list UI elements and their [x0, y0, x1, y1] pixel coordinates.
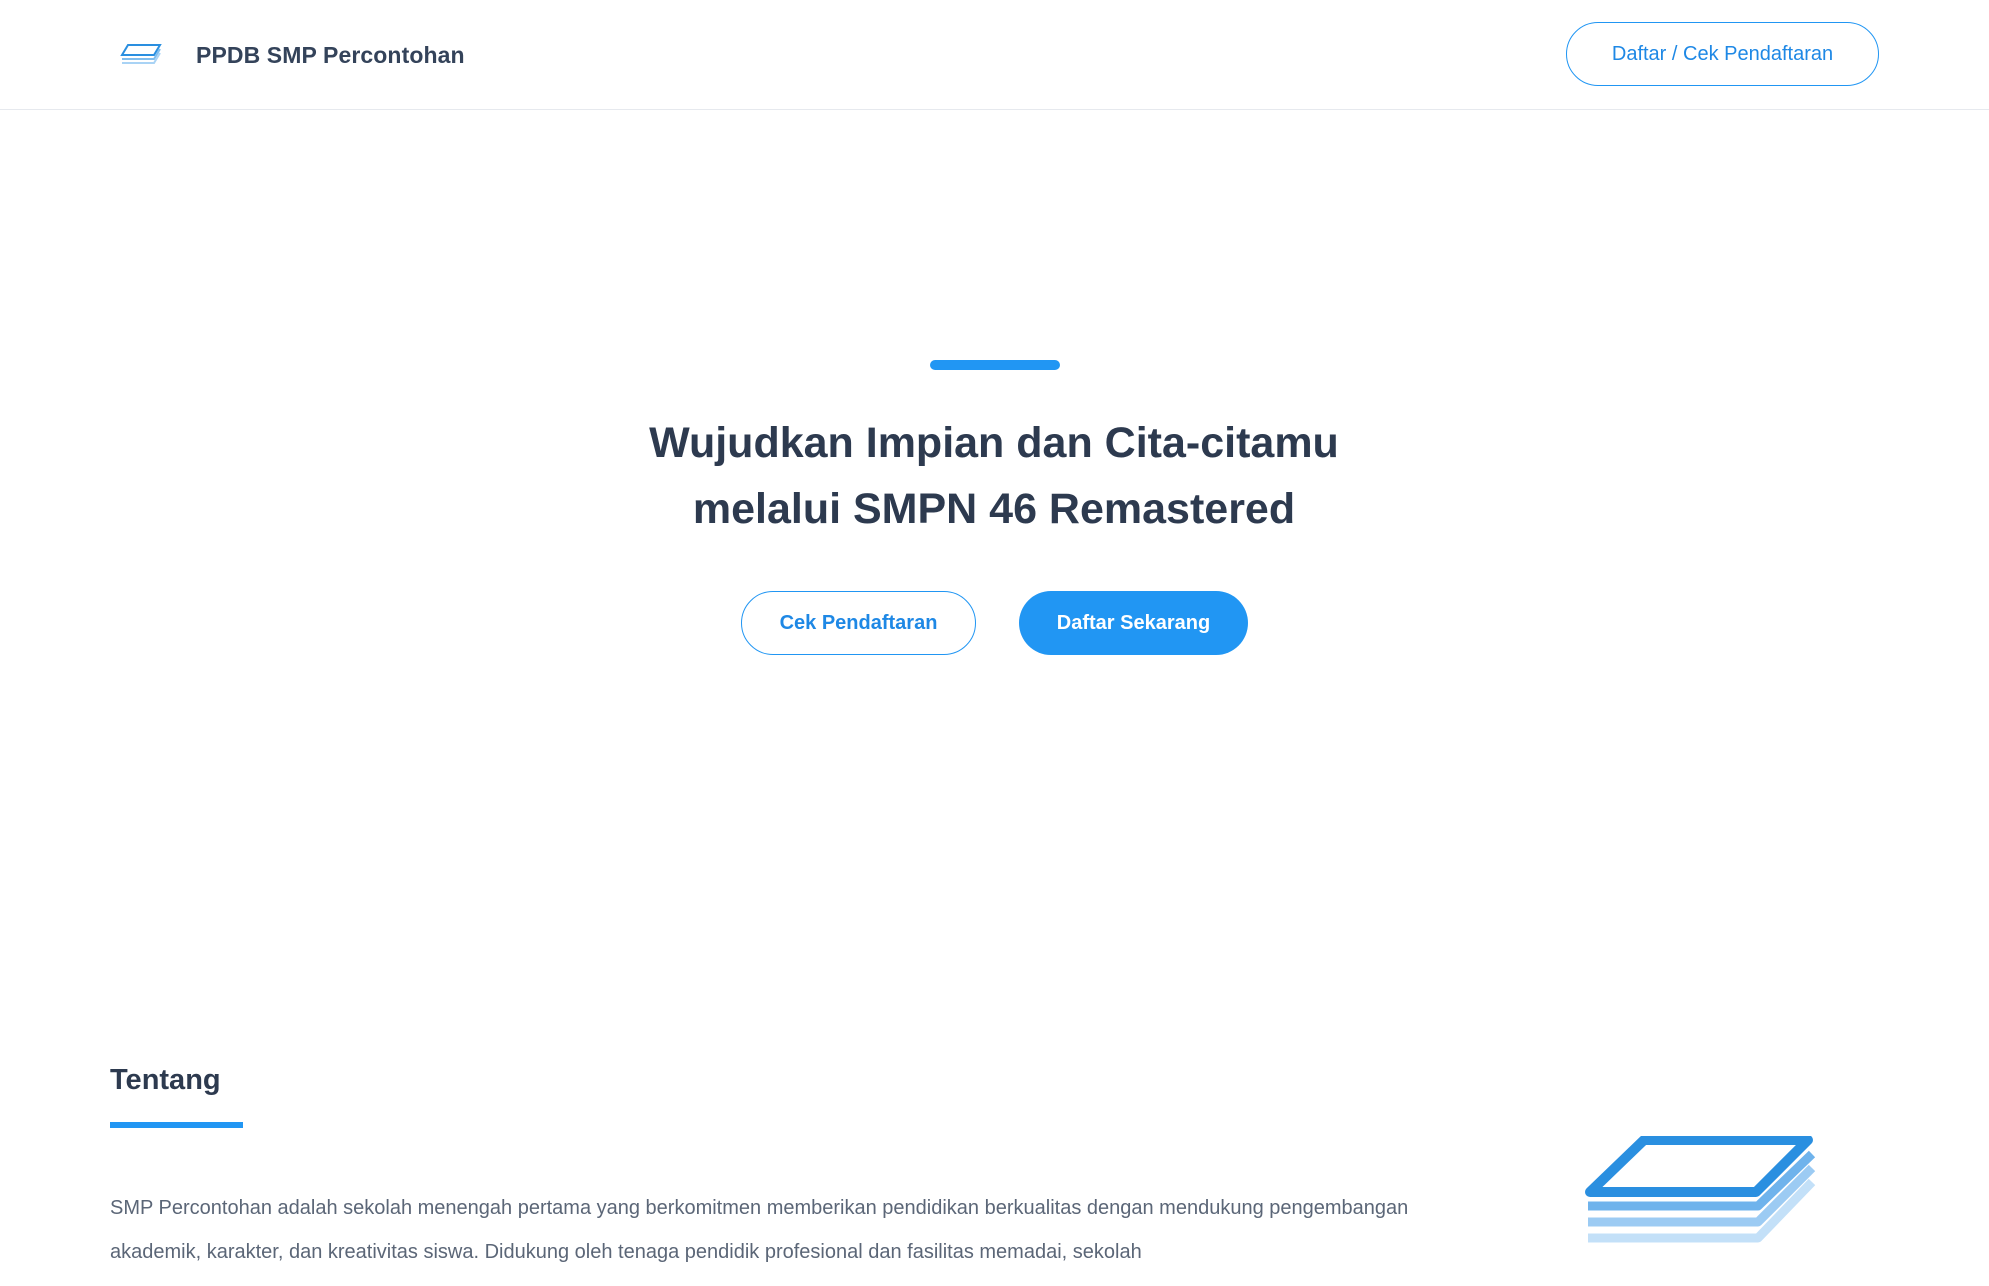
check-registration-button[interactable]: Cek Pendaftaran: [741, 591, 976, 655]
stacked-layers-icon: [120, 44, 162, 64]
hero-title: Wujudkan Impian dan Cita-citamu melalui …: [494, 410, 1494, 542]
brand-name: PPDB SMP Percontohan: [196, 41, 465, 68]
about-title: Tentang: [110, 1064, 221, 1096]
hero-title-line-1: Wujudkan Impian dan Cita-citamu: [649, 419, 1339, 467]
about-section: Tentang SMP Percontohan adalah sekolah m…: [0, 1040, 1989, 1263]
about-title-underline: [110, 1122, 243, 1128]
hero-actions: Cek Pendaftaran Daftar Sekarang: [0, 591, 1989, 655]
stacked-layers-illustration-icon: [1585, 1136, 1816, 1243]
register-check-button[interactable]: Daftar / Cek Pendaftaran: [1566, 22, 1879, 86]
hero-title-line-2: melalui SMPN 46 Remastered: [692, 485, 1296, 533]
navbar: PPDB SMP Percontohan Daftar / Cek Pendaf…: [0, 0, 1989, 110]
brand[interactable]: PPDB SMP Percontohan: [118, 36, 465, 74]
hero-section: Wujudkan Impian dan Cita-citamu melalui …: [0, 110, 1989, 1010]
register-now-button[interactable]: Daftar Sekarang: [1019, 591, 1248, 655]
hero-accent-bar: [930, 360, 1060, 370]
